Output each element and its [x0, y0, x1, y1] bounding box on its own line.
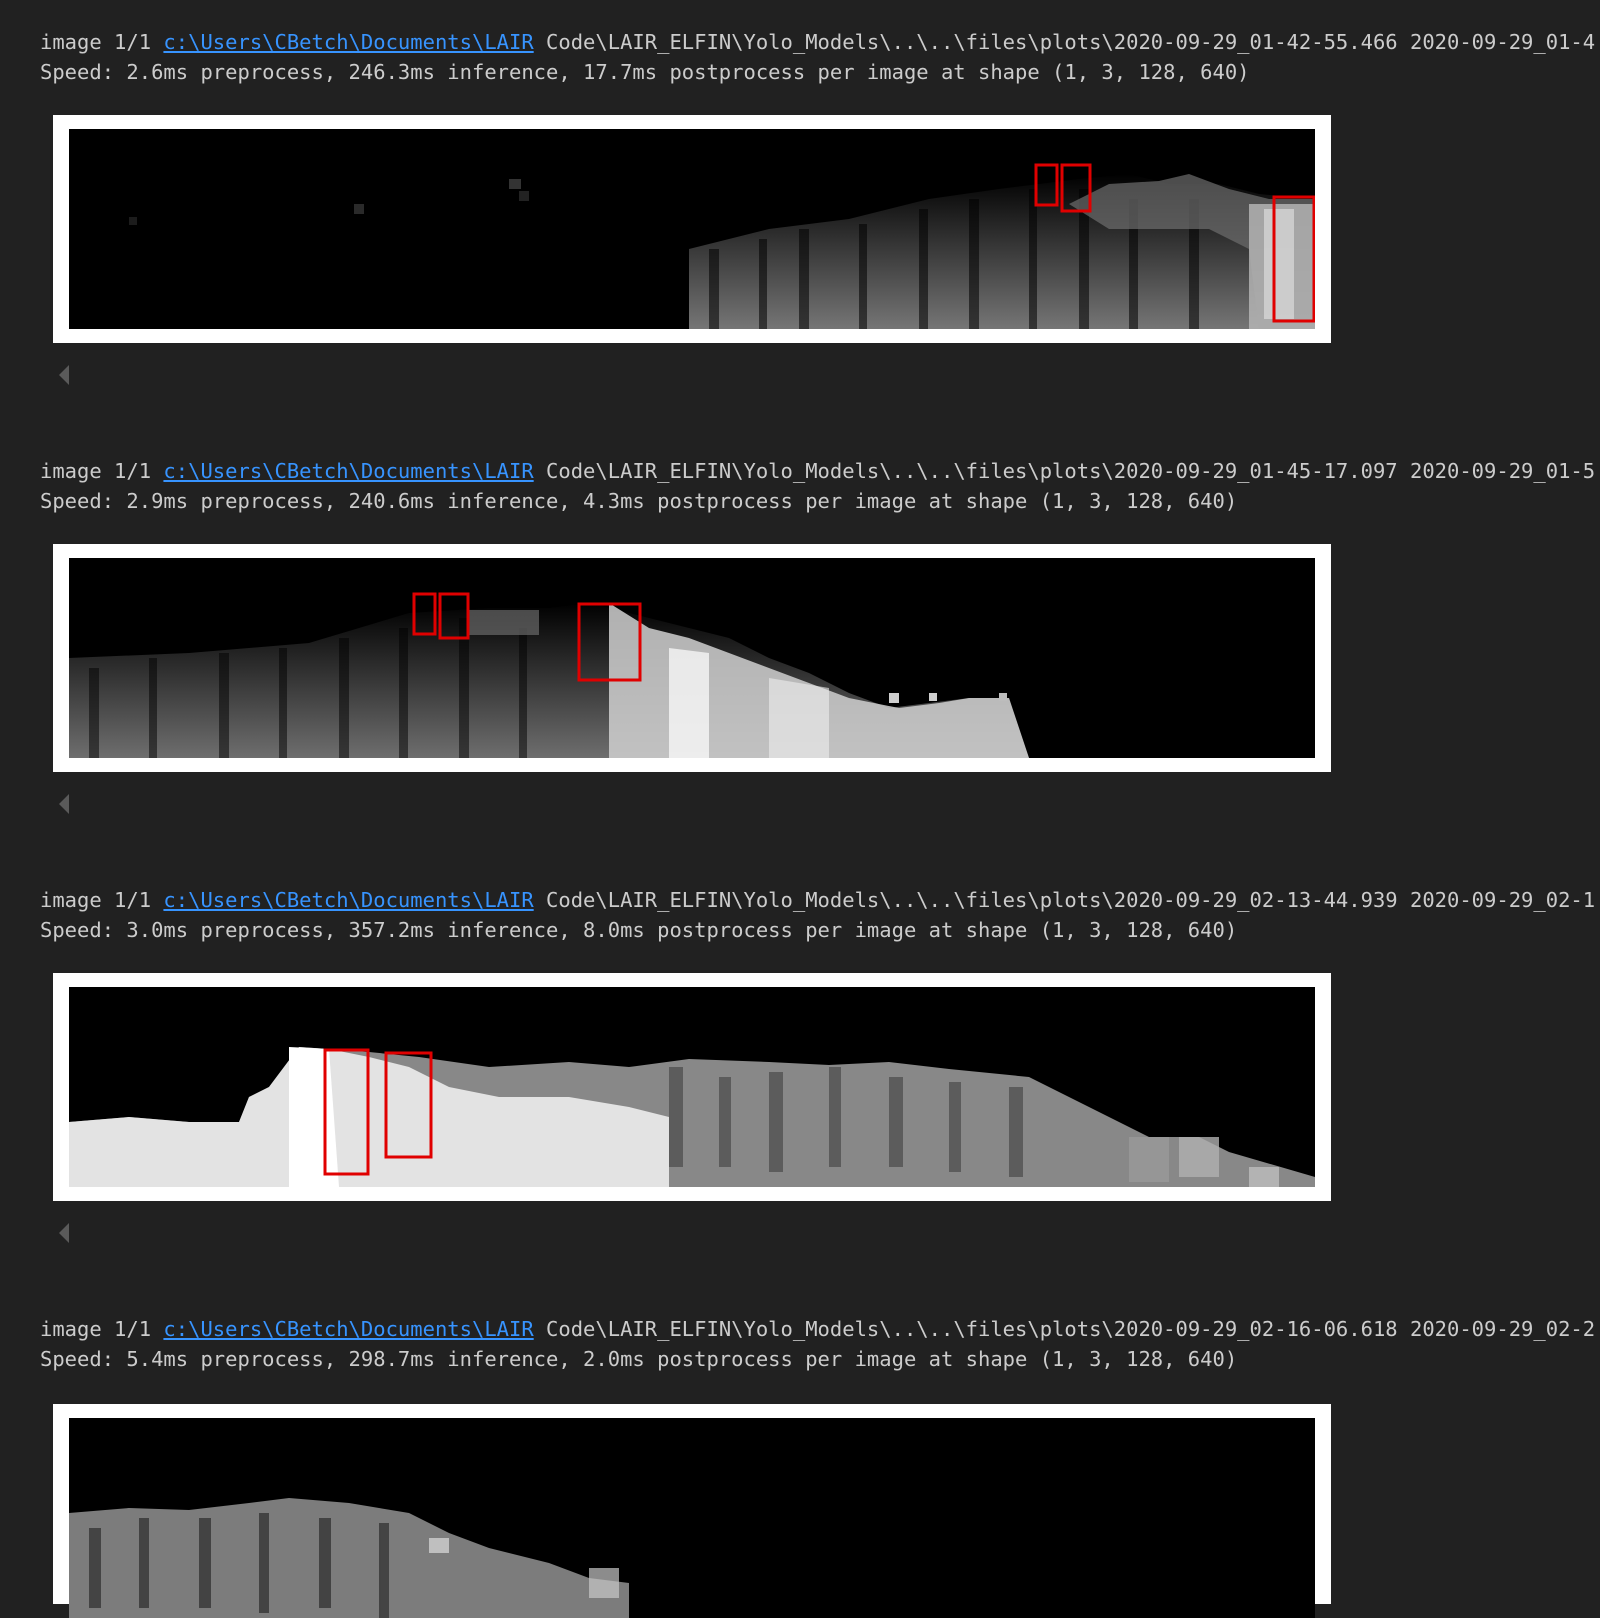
speed-log-line: Speed: 3.0ms preprocess, 357.2ms inferen…: [40, 918, 1238, 942]
file-path-link[interactable]: c:\Users\CBetch\Documents\LAIR: [163, 1317, 533, 1341]
detection-result-image: [53, 544, 1331, 772]
speed-log-line: Speed: 2.9ms preprocess, 240.6ms inferen…: [40, 489, 1238, 513]
image-prefix: image 1/1: [40, 888, 164, 912]
file-path-rest: Code\LAIR_ELFIN\Yolo_Models\..\..\files\…: [533, 459, 1596, 483]
image-log-line: image 1/1 c:\Users\CBetch\Documents\LAIR…: [40, 27, 1595, 57]
spectrogram-svg: [69, 1047, 1315, 1187]
image-prefix: image 1/1: [40, 459, 164, 483]
speed-log-line: Speed: 5.4ms preprocess, 298.7ms inferen…: [40, 1347, 1238, 1371]
detection-result-image: [53, 973, 1331, 1201]
spectrogram-plot: [69, 558, 1315, 758]
spectrogram-svg: [69, 1498, 629, 1618]
speed-log-line: Speed: 2.6ms preprocess, 246.3ms inferen…: [40, 60, 1250, 84]
detection-result-image: [53, 115, 1331, 343]
image-prefix: image 1/1: [40, 1317, 164, 1341]
triangle-left-icon: [59, 365, 69, 385]
file-path-rest: Code\LAIR_ELFIN\Yolo_Models\..\..\files\…: [533, 1317, 1596, 1341]
file-path-rest: Code\LAIR_ELFIN\Yolo_Models\..\..\files\…: [533, 30, 1596, 54]
file-path-link[interactable]: c:\Users\CBetch\Documents\LAIR: [163, 30, 533, 54]
detection-result-image: [53, 1404, 1331, 1618]
collapse-output-button[interactable]: [55, 363, 75, 387]
file-path-link[interactable]: c:\Users\CBetch\Documents\LAIR: [163, 888, 533, 912]
spectrogram-svg: [69, 592, 1029, 758]
collapse-output-button[interactable]: [55, 1221, 75, 1245]
image-log-line: image 1/1 c:\Users\CBetch\Documents\LAIR…: [40, 885, 1595, 915]
image-log-line: image 1/1 c:\Users\CBetch\Documents\LAIR…: [40, 456, 1595, 486]
spectrogram-plot: [69, 1418, 1315, 1618]
spectrogram-svg: [129, 163, 1315, 329]
file-path-rest: Code\LAIR_ELFIN\Yolo_Models\..\..\files\…: [533, 888, 1596, 912]
file-path-link[interactable]: c:\Users\CBetch\Documents\LAIR: [163, 459, 533, 483]
triangle-left-icon: [59, 1223, 69, 1243]
image-prefix: image 1/1: [40, 30, 164, 54]
image-log-line: image 1/1 c:\Users\CBetch\Documents\LAIR…: [40, 1314, 1595, 1344]
spectrogram-plot: [69, 987, 1315, 1187]
spectrogram-plot: [69, 129, 1315, 329]
triangle-left-icon: [59, 794, 69, 814]
collapse-output-button[interactable]: [55, 792, 75, 816]
